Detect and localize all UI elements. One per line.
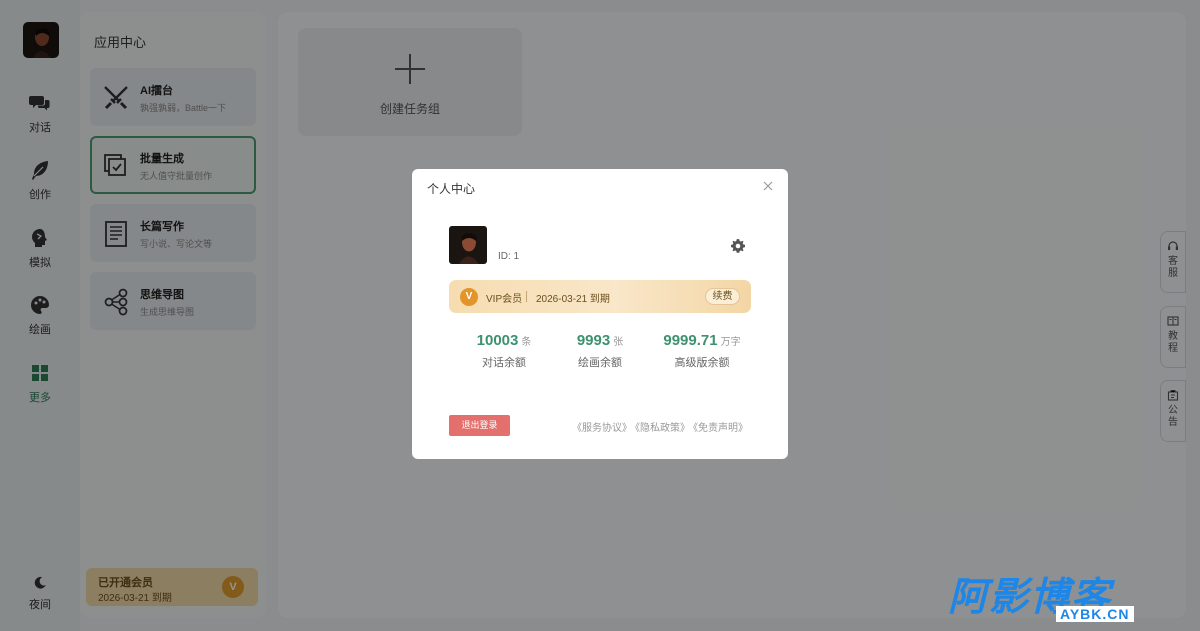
vip-expiry-date: 2026-03-21 到期 (536, 294, 610, 305)
profile-avatar[interactable] (449, 226, 487, 264)
stat-value: 9993 (576, 332, 611, 349)
stat-value: 9999.71 (663, 332, 718, 349)
stat-unit: 条 (521, 337, 532, 348)
vip-label: VIP会员 (486, 294, 523, 305)
disclaimer-link[interactable]: 《免责声明》 (693, 423, 748, 434)
dialog-title: 个人中心 (427, 182, 476, 196)
vip-badge-icon: V (460, 288, 478, 306)
stat-label: 对话余额 (482, 357, 526, 369)
divider (526, 291, 527, 302)
stat-label: 高级版余额 (674, 357, 730, 369)
paint-balance: 9993 张 绘画余额 (560, 332, 640, 370)
personal-center-dialog: 个人中心 ID: 1 V VIP会员 2026-03-21 到期 续费 1000… (412, 169, 788, 459)
watermark-domain: AYBK.CN (1056, 606, 1134, 622)
service-agreement-link[interactable]: 《服务协议》 (572, 423, 632, 434)
close-icon[interactable] (762, 180, 774, 192)
vip-membership-bar: V VIP会员 2026-03-21 到期 续费 (449, 280, 751, 313)
legal-links: 《服务协议》 《隐私政策》 《免责声明》 (569, 419, 748, 434)
stat-unit: 万字 (720, 337, 741, 348)
site-watermark-logo: 阿影博客 AYBK.CN (944, 566, 1184, 626)
advanced-balance: 9999.71 万字 高级版余额 (652, 332, 752, 370)
stat-unit: 张 (613, 337, 624, 348)
logout-button[interactable]: 退出登录 (449, 415, 510, 436)
gear-icon[interactable] (730, 238, 746, 254)
stat-label: 绘画余额 (578, 357, 622, 369)
stat-value: 10003 (476, 332, 519, 349)
chat-balance: 10003 条 对话余额 (464, 332, 544, 370)
user-id: ID: 1 (498, 251, 520, 262)
privacy-policy-link[interactable]: 《隐私政策》 (635, 423, 690, 434)
renew-button[interactable]: 续费 (705, 288, 740, 305)
